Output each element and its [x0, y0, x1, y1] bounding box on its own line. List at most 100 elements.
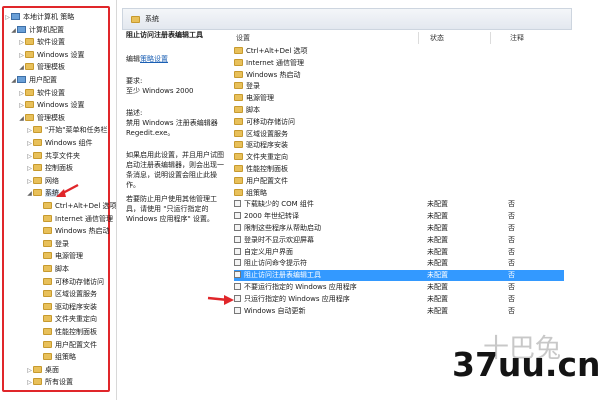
tree-item[interactable]: Internet 通信管理 — [36, 214, 113, 224]
tree-item[interactable]: 文件夹重定向 — [36, 314, 97, 324]
policy-row[interactable]: 不要运行指定的 Windows 应用程序 未配置 否 — [234, 282, 564, 293]
expand-toggle-icon[interactable]: ◢ — [18, 63, 25, 73]
policy-row[interactable]: 2000 年世纪转译 未配置 否 — [234, 211, 564, 222]
policy-comment: 否 — [508, 212, 515, 221]
expand-toggle-icon[interactable]: ▷ — [18, 38, 25, 48]
folder-name: 驱动程序安装 — [246, 141, 288, 150]
expand-toggle-icon[interactable]: ▷ — [26, 164, 33, 174]
expand-toggle-icon[interactable]: ◢ — [10, 26, 17, 36]
list-folder-row[interactable]: 驱动程序安装 — [234, 140, 564, 151]
tree-item[interactable]: ▷ 共享文件夹 — [26, 151, 80, 161]
tree-item[interactable]: ▷ 控制面板 — [26, 163, 73, 173]
edit-policy-link[interactable]: 策略设置 — [140, 55, 168, 63]
list-folder-row[interactable]: 可移动存储访问 — [234, 117, 564, 128]
tree-item[interactable]: 组策略 — [36, 352, 76, 362]
expand-toggle-icon[interactable]: ▷ — [18, 89, 25, 99]
policy-row[interactable]: 阻止访问注册表编辑工具 未配置 否 — [234, 270, 564, 282]
tree-item-label: 可移动存储访问 — [55, 277, 104, 286]
policy-row[interactable]: Windows 自动更新 未配置 否 — [234, 306, 564, 317]
tree-item[interactable]: ◢ 管理模板 — [18, 113, 65, 123]
tree-item-label: 管理模板 — [37, 63, 65, 72]
tree-item[interactable]: 可移动存储访问 — [36, 277, 104, 287]
tree-item[interactable]: 性能控制面板 — [36, 327, 97, 337]
tree-item[interactable]: ▷ 本地计算机 策略 — [4, 12, 74, 22]
column-header-state[interactable]: 状态 — [430, 32, 444, 44]
folder-icon — [33, 176, 42, 184]
tree-item[interactable]: ▷ 桌面 — [26, 365, 59, 375]
tree-item[interactable]: ◢ 管理模板 — [18, 62, 65, 72]
list-folder-row[interactable]: 区域设置服务 — [234, 129, 564, 140]
folder-name: 脚本 — [246, 106, 260, 114]
folder-icon — [43, 252, 52, 260]
policy-row[interactable]: 登录时不显示欢迎屏幕 未配置 否 — [234, 235, 564, 246]
policy-row[interactable]: 自定义用户界面 未配置 否 — [234, 247, 564, 258]
tree-item[interactable]: ▷ Windows 组件 — [26, 138, 92, 148]
tree-item[interactable]: ▷ 所有设置 — [26, 377, 73, 387]
folder-name: 区域设置服务 — [246, 129, 288, 138]
policy-state: 未配置 — [427, 212, 448, 221]
description-paragraph-1: 如果启用此设置，并且用户试图启动注册表编辑器，则会出现一条消息，说明设置会阻止此… — [126, 151, 224, 189]
policy-state: 未配置 — [427, 247, 448, 256]
list-folder-row[interactable]: 用户配置文件 — [234, 176, 564, 187]
tree-item[interactable]: 驱动程序安装 — [36, 302, 97, 312]
policy-state: 未配置 — [427, 224, 448, 232]
folder-icon — [43, 227, 52, 235]
expand-toggle-icon[interactable]: ▷ — [18, 51, 25, 61]
expand-toggle-icon[interactable]: ▷ — [26, 177, 33, 187]
folder-icon — [43, 290, 52, 298]
computer-icon — [17, 25, 26, 33]
list-folder-row[interactable]: 电源管理 — [234, 93, 564, 104]
policy-row[interactable]: 阻止访问命令提示符 未配置 否 — [234, 258, 564, 269]
tree-item[interactable]: ▷ 软件设置 — [18, 37, 65, 47]
tree-item-label: 软件设置 — [37, 38, 65, 47]
tree-item[interactable]: 用户配置文件 — [36, 340, 97, 350]
tree-item-label: Windows 设置 — [37, 50, 85, 59]
policy-comment: 否 — [508, 259, 515, 268]
list-folder-row[interactable]: Internet 通信管理 — [234, 58, 564, 69]
tree-item[interactable]: Ctrl+Alt+Del 选项 — [36, 201, 117, 211]
tree-item[interactable]: 电源管理 — [36, 251, 83, 261]
column-header-setting[interactable]: 设置 — [236, 32, 250, 44]
tree-item[interactable]: Windows 热启动 — [36, 226, 109, 236]
list-folder-row[interactable]: Windows 热启动 — [234, 70, 564, 81]
expand-toggle-icon[interactable]: ◢ — [26, 189, 33, 199]
policy-comment: 否 — [508, 294, 515, 303]
expand-toggle-icon[interactable]: ▷ — [4, 13, 11, 23]
expand-toggle-icon[interactable]: ▷ — [18, 101, 25, 111]
expand-toggle-icon[interactable]: ▷ — [26, 126, 33, 136]
expand-toggle-icon[interactable]: ◢ — [18, 114, 25, 124]
folder-name: 组策略 — [246, 188, 267, 197]
tree-item[interactable]: ▷ 软件设置 — [18, 88, 65, 98]
expand-toggle-icon[interactable]: ▷ — [26, 152, 33, 162]
tree-item[interactable]: ▷ Windows 设置 — [18, 50, 84, 60]
expand-toggle-icon[interactable]: ▷ — [26, 378, 33, 388]
list-folder-row[interactable]: 组策略 — [234, 188, 564, 199]
list-folder-row[interactable]: 脚本 — [234, 105, 564, 116]
expand-toggle-icon[interactable]: ▷ — [26, 366, 33, 376]
tree-item[interactable]: ◢ 用户配置 — [10, 75, 57, 85]
list-folder-row[interactable]: Ctrl+Alt+Del 选项 — [234, 46, 564, 57]
tree-item[interactable]: ◢ 计算机配置 — [10, 25, 64, 35]
list-folder-row[interactable]: 性能控制面板 — [234, 164, 564, 175]
tree-item[interactable]: 脚本 — [36, 264, 69, 274]
tree-item-label: Ctrl+Alt+Del 选项 — [55, 202, 117, 210]
list-folder-row[interactable]: 登录 — [234, 81, 564, 92]
expand-toggle-icon[interactable]: ▷ — [26, 139, 33, 149]
tree-item-label: 用户配置文件 — [55, 340, 97, 349]
tree-item-label: 所有设置 — [45, 378, 73, 387]
tree-item[interactable]: ▷ "开始"菜单和任务栏 — [26, 125, 107, 135]
expand-toggle-icon[interactable]: ◢ — [10, 76, 17, 86]
tree-item[interactable]: ▷ Windows 设置 — [18, 100, 84, 110]
tree-item[interactable]: 登录 — [36, 239, 69, 249]
list-folder-row[interactable]: 文件夹重定向 — [234, 152, 564, 163]
policy-comment: 否 — [508, 283, 515, 291]
column-header-comment[interactable]: 注释 — [510, 32, 524, 44]
annotation-arrow-list — [207, 295, 234, 305]
tree-item[interactable]: 区域设置服务 — [36, 289, 97, 299]
folder-name: Windows 热启动 — [246, 70, 301, 79]
policy-row[interactable]: 限制这些程序从帮助启动 未配置 否 — [234, 223, 564, 234]
policy-row[interactable]: 下载缺少的 COM 组件 未配置 否 — [234, 199, 564, 210]
policy-row[interactable]: 只运行指定的 Windows 应用程序 未配置 否 — [234, 294, 564, 305]
column-divider[interactable] — [418, 32, 419, 44]
column-divider[interactable] — [490, 32, 491, 44]
